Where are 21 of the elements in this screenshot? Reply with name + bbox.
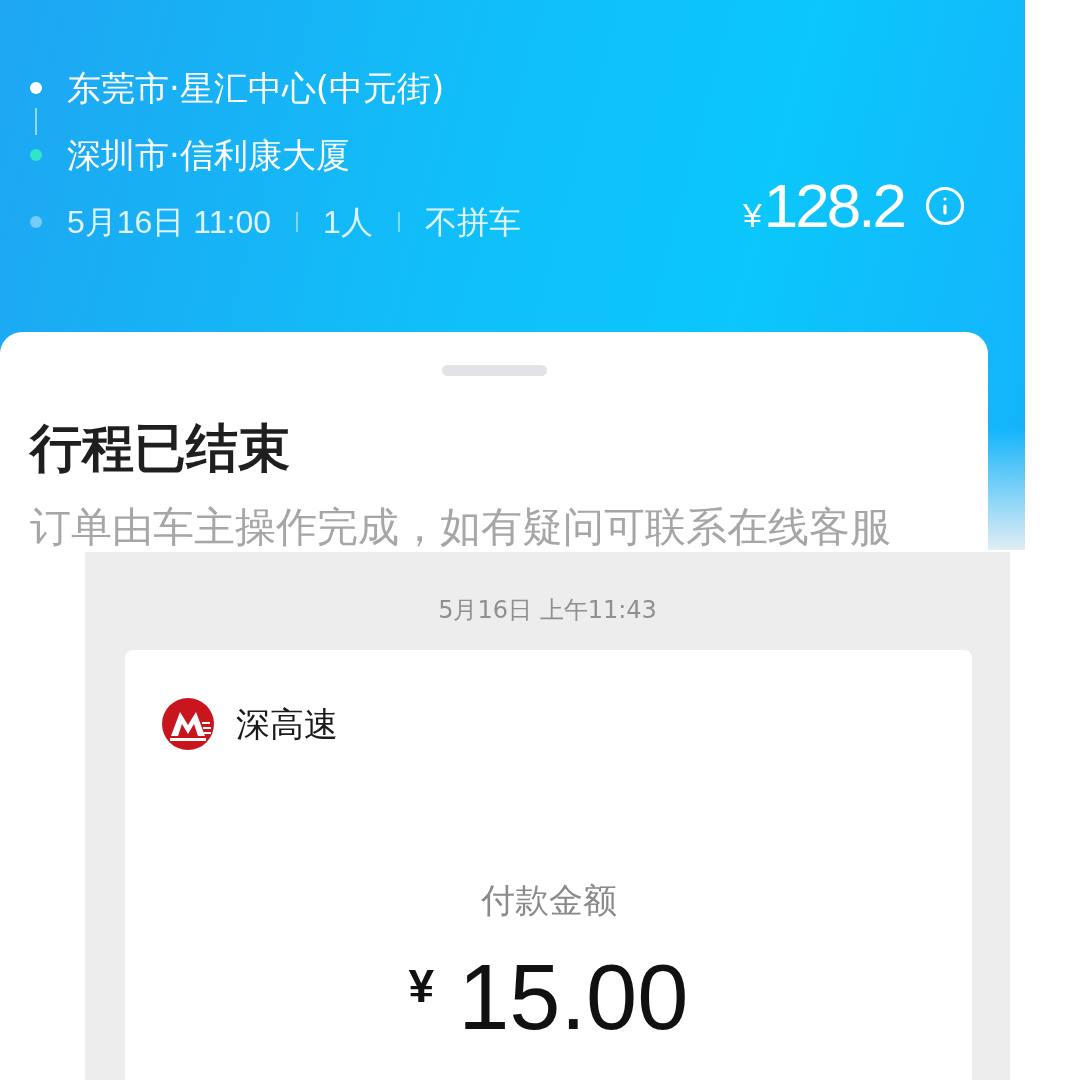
message-timestamp: 5月16日 上午11:43 (438, 595, 657, 625)
drag-handle[interactable] (441, 365, 547, 376)
start-dot-icon (30, 82, 42, 94)
address-text: 东莞市·星汇中心(中元街) (67, 68, 445, 108)
price-currency: ¥ (742, 196, 762, 235)
trip-detail-text: 不拼车 (424, 203, 521, 242)
time-dot-icon (30, 216, 42, 228)
sender-name: 深高速 (236, 703, 338, 746)
address-text: 深圳市·信利康大厦 (67, 135, 350, 175)
info-icon[interactable] (924, 185, 966, 227)
trip-detail-text: 5月16日 11:00 (67, 203, 271, 242)
price-amount: 128.2 (763, 170, 904, 242)
end-dot-icon (30, 149, 42, 161)
status-message: 订单由车主操作完成，如有疑问可联系在线客服 (30, 504, 892, 550)
amount-currency: ¥ (408, 961, 435, 1011)
status-title: 行程已结束 (30, 418, 291, 478)
amount-value: 15.00 (458, 947, 689, 1047)
route-connector-line (35, 108, 37, 135)
trip-detail-text: 1人 (323, 203, 373, 242)
round-logo-icon (162, 698, 214, 750)
amount-label: 付款金额 (480, 879, 617, 922)
